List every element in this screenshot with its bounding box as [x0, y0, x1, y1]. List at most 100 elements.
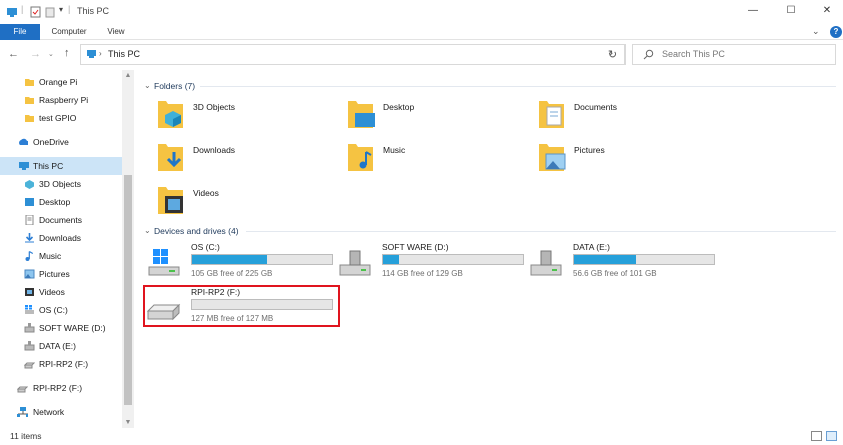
address-bar[interactable]	[80, 44, 625, 65]
pictures-icon	[24, 269, 35, 279]
title-separator: |	[68, 4, 71, 14]
drives-collapse-chevron-icon[interactable]: ⌄	[144, 226, 151, 235]
drive-data-e[interactable]: DATA (E:) 56.6 GB free of 101 GB	[527, 242, 717, 282]
folder-pictures[interactable]: Pictures	[538, 140, 718, 180]
sidebar-item-orange-pi[interactable]: Orange Pi	[0, 73, 122, 91]
forward-arrow-icon[interactable]: →	[30, 48, 41, 60]
sidebar-item-raspberry-pi[interactable]: Raspberry Pi	[0, 91, 122, 109]
large-icons-view-button[interactable]	[826, 431, 837, 441]
sidebar-item-rpi-rp2-f-root[interactable]: RPI-RP2 (F:)	[0, 379, 122, 397]
drives-group-header[interactable]: Devices and drives (4)	[154, 226, 239, 236]
properties-icon[interactable]	[30, 6, 41, 18]
usb-drive-icon	[17, 386, 28, 393]
refresh-icon: ↻	[607, 49, 618, 61]
breadcrumb-chevron-icon[interactable]: ›	[99, 49, 102, 58]
expand-ribbon-icon[interactable]: ⌄	[812, 26, 820, 37]
music-icon	[25, 251, 34, 261]
folder-desktop[interactable]: Desktop	[347, 97, 527, 137]
videos-icon	[25, 288, 34, 296]
sidebar-item-os-c[interactable]: OS (C:)	[0, 301, 122, 319]
sidebar-item-pictures[interactable]: Pictures	[0, 265, 122, 283]
folder-music[interactable]: Music	[347, 140, 527, 180]
hard-drive-icon	[530, 250, 562, 276]
drive-os-c[interactable]: OS (C:) 105 GB free of 225 GB	[145, 242, 335, 282]
folder-icon	[25, 115, 34, 122]
3d-objects-folder-icon	[158, 101, 183, 128]
folders-collapse-chevron-icon[interactable]: ⌄	[144, 81, 151, 90]
downloads-icon	[25, 233, 34, 243]
scroll-up-arrow-icon[interactable]: ▲	[122, 72, 134, 79]
sidebar-scrollbar[interactable]: ▲ ▼	[122, 70, 134, 428]
folder-documents[interactable]: Documents	[538, 97, 718, 137]
tab-computer[interactable]: Computer	[46, 24, 92, 40]
sidebar-item-3d-objects[interactable]: 3D Objects	[0, 175, 122, 193]
drive-icon	[24, 323, 35, 333]
folder-videos[interactable]: Videos	[157, 183, 337, 223]
this-pc-address-icon	[87, 50, 96, 58]
address-location[interactable]: This PC	[108, 49, 140, 59]
up-arrow-icon[interactable]: ↑	[64, 47, 70, 59]
refresh-button[interactable]: ↻	[600, 44, 626, 65]
usb-drive-icon	[24, 362, 35, 369]
sidebar-item-music[interactable]: Music	[0, 247, 122, 265]
back-arrow-icon[interactable]: ←	[8, 48, 19, 60]
tab-file[interactable]: File	[0, 24, 40, 40]
details-view-button[interactable]	[811, 431, 822, 441]
title-separator: |	[21, 4, 24, 14]
sidebar-item-data-e[interactable]: DATA (E:)	[0, 337, 122, 355]
new-folder-icon[interactable]	[45, 6, 55, 18]
search-icon	[643, 49, 654, 60]
downloads-folder-icon	[158, 144, 183, 171]
drive-usage-bar	[191, 254, 333, 265]
sidebar-item-videos[interactable]: Videos	[0, 283, 122, 301]
sidebar-item-rpi-rp2-f[interactable]: RPI-RP2 (F:)	[0, 355, 122, 373]
highlight-annotation-box	[143, 285, 340, 327]
scroll-down-arrow-icon[interactable]: ▼	[122, 419, 134, 426]
folder-icon	[25, 97, 34, 104]
folder-icon	[25, 79, 34, 86]
close-button[interactable]: ✕	[819, 4, 835, 18]
drive-usage-fill	[574, 255, 636, 264]
drive-usage-bar	[573, 254, 715, 265]
music-folder-icon	[348, 144, 373, 171]
this-pc-window-icon	[7, 8, 17, 17]
customize-quick-access-icon[interactable]: ▾	[59, 5, 63, 14]
sidebar-item-desktop[interactable]: Desktop	[0, 193, 122, 211]
videos-folder-icon	[158, 187, 183, 214]
sidebar-item-this-pc[interactable]: This PC	[0, 157, 122, 175]
help-icon[interactable]: ?	[830, 26, 842, 38]
windows-drive-icon	[148, 249, 180, 276]
drive-icon	[24, 341, 35, 351]
sidebar-item-network[interactable]: Network	[0, 403, 122, 421]
sidebar-item-onedrive[interactable]: OneDrive	[0, 133, 122, 151]
desktop-icon	[25, 198, 34, 206]
recent-locations-chevron-icon[interactable]: ⌄	[48, 50, 54, 58]
search-placeholder: Search This PC	[662, 49, 725, 59]
documents-icon	[25, 215, 34, 225]
title-bar: | ▾ | This PC — ☐ ✕	[0, 0, 843, 24]
navigation-pane: Orange Pi Raspberry Pi test GPIO OneDriv…	[0, 70, 122, 426]
drive-usage-bar	[382, 254, 524, 265]
folder-3d-objects[interactable]: 3D Objects	[157, 97, 337, 137]
desktop-folder-icon	[348, 101, 375, 128]
drive-usage-fill	[383, 255, 400, 264]
group-divider	[246, 231, 836, 232]
sidebar-item-documents[interactable]: Documents	[0, 211, 122, 229]
pictures-folder-icon	[539, 144, 566, 171]
group-divider	[200, 86, 836, 87]
sidebar-item-downloads[interactable]: Downloads	[0, 229, 122, 247]
maximize-button[interactable]: ☐	[783, 4, 799, 18]
scroll-thumb[interactable]	[124, 175, 132, 405]
window-title: This PC	[77, 6, 110, 16]
drive-usage-fill	[192, 255, 267, 264]
tab-view[interactable]: View	[98, 24, 134, 40]
sidebar-item-test-gpio[interactable]: test GPIO	[0, 109, 122, 127]
folders-group-header[interactable]: Folders (7)	[154, 81, 195, 91]
status-bar: 11 items	[0, 428, 843, 445]
windows-drive-icon	[25, 305, 34, 314]
folder-downloads[interactable]: Downloads	[157, 140, 337, 180]
item-count: 11 items	[10, 431, 42, 441]
minimize-button[interactable]: —	[745, 4, 761, 18]
sidebar-item-software-d[interactable]: SOFT WARE (D:)	[0, 319, 122, 337]
drive-software-d[interactable]: SOFT WARE (D:) 114 GB free of 129 GB	[336, 242, 526, 282]
